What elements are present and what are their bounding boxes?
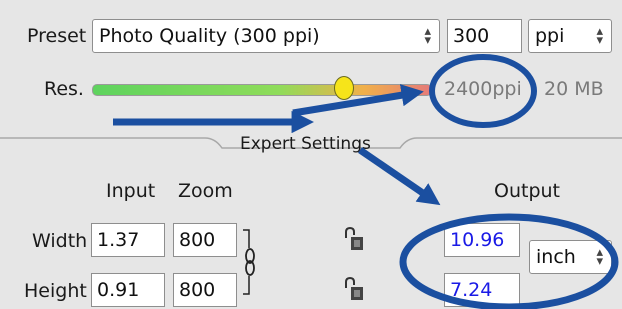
height-input-field[interactable]: 0.91: [91, 273, 165, 307]
expert-settings-header: Expert Settings: [240, 134, 371, 154]
output-unit-select-value: inch: [536, 246, 576, 268]
height-label: Height: [24, 280, 87, 302]
up-down-arrows-icon: ▴ ▾: [596, 24, 603, 48]
zoom-column-header: Zoom: [178, 180, 233, 202]
res-label: Res.: [44, 78, 84, 100]
preset-select[interactable]: Photo Quality (300 ppi) ▴ ▾: [92, 19, 440, 53]
chain-link-icon[interactable]: [241, 228, 259, 300]
resolution-slider[interactable]: [92, 84, 432, 96]
resolution-value: 2400ppi: [444, 78, 522, 100]
ppi-input[interactable]: 300: [447, 19, 522, 53]
settings-panel: Preset Photo Quality (300 ppi) ▴ ▾ 300 pp…: [0, 0, 622, 309]
output-column-header: Output: [494, 180, 560, 202]
output-unit-select[interactable]: inch ▴ ▾: [529, 240, 612, 274]
preset-label: Preset: [27, 25, 87, 47]
unit-select-value: ppi: [535, 25, 565, 47]
width-input-field[interactable]: 1.37: [91, 223, 165, 257]
resolution-slider-thumb[interactable]: [333, 76, 354, 100]
up-down-arrows-icon: ▴ ▾: [424, 24, 431, 48]
width-output-field[interactable]: 10.96: [444, 223, 520, 257]
height-zoom-field[interactable]: 800: [173, 273, 237, 307]
up-down-arrows-icon: ▴ ▾: [596, 245, 603, 269]
unit-select[interactable]: ppi ▴ ▾: [528, 19, 612, 53]
width-zoom-field[interactable]: 800: [173, 223, 237, 257]
preset-select-value: Photo Quality (300 ppi): [99, 25, 320, 47]
file-size-value: 20 MB: [544, 78, 604, 100]
input-column-header: Input: [106, 180, 156, 202]
height-output-field[interactable]: 7.24: [444, 273, 520, 307]
width-label: Width: [32, 230, 88, 252]
lock-icon[interactable]: [343, 276, 365, 302]
lock-icon[interactable]: [343, 226, 365, 252]
